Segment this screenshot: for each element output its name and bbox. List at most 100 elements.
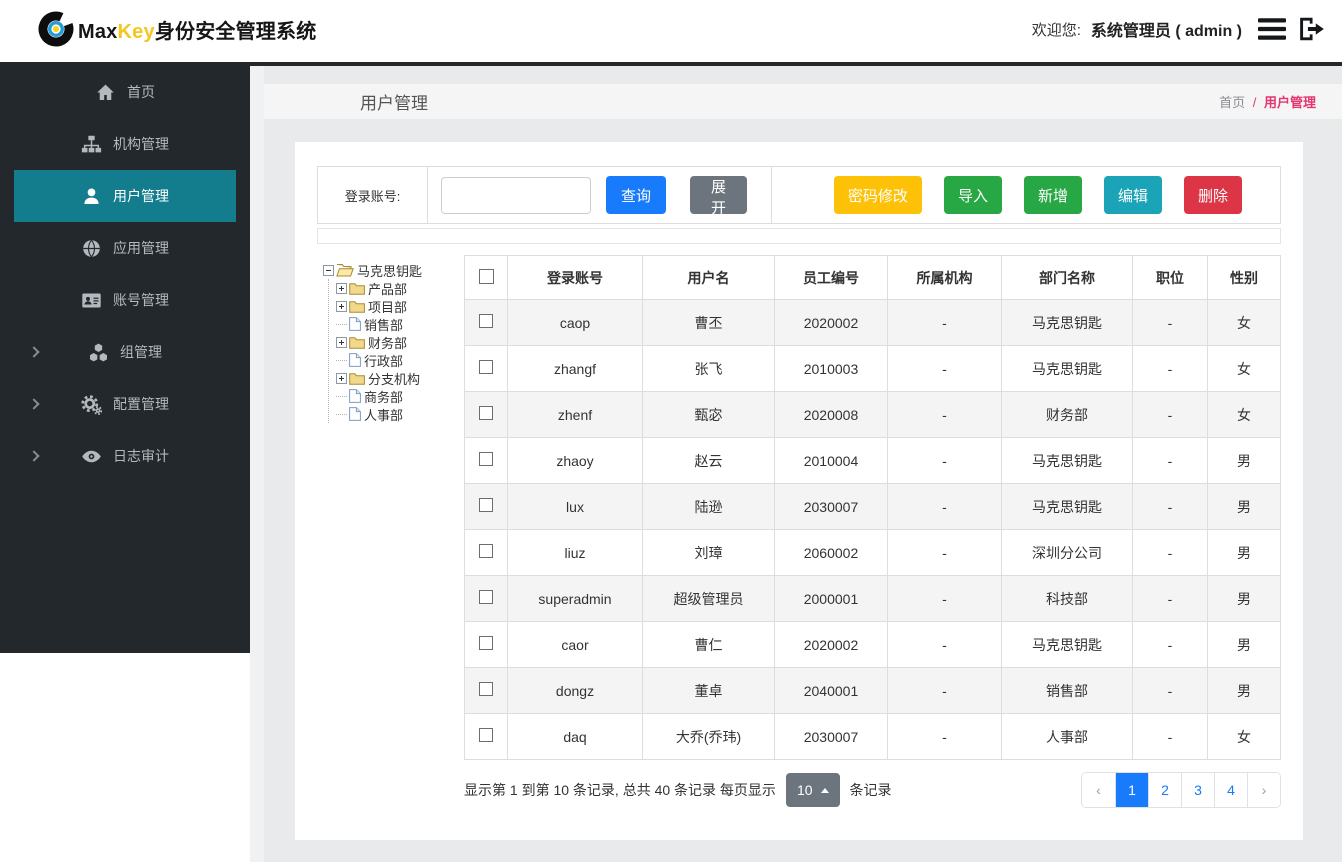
- tree-node-label[interactable]: 商务部: [364, 387, 403, 406]
- tree-node[interactable]: 分支机构: [336, 369, 464, 387]
- row-checkbox[interactable]: [479, 360, 493, 374]
- table-row[interactable]: superadmin 超级管理员 2000001- 科技部 - 男: [464, 575, 1281, 622]
- table-cell: 男: [1207, 667, 1281, 714]
- page-size-dropdown[interactable]: 10: [785, 773, 840, 807]
- table-cell: -: [1132, 713, 1208, 760]
- tree-node-label[interactable]: 行政部: [364, 351, 403, 370]
- row-checkbox[interactable]: [479, 728, 493, 742]
- sidebar-item-account[interactable]: 账号管理: [14, 274, 236, 326]
- tree-node[interactable]: 财务部: [336, 333, 464, 351]
- table-row[interactable]: zhangf 张飞 2010003- 马克思钥匙 - 女: [464, 345, 1281, 392]
- pagination-page-3[interactable]: 3: [1181, 773, 1214, 807]
- tree-expand-icon[interactable]: [336, 300, 347, 312]
- sidebar-item-label: 机构管理: [113, 136, 169, 152]
- pagination-next[interactable]: ›: [1247, 773, 1280, 807]
- tree-node-label[interactable]: 产品部: [368, 279, 407, 298]
- table-row[interactable]: zhaoy 赵云 2010004- 马克思钥匙 - 男: [464, 437, 1281, 484]
- delete-button[interactable]: 删除: [1183, 176, 1242, 214]
- table-cell: 男: [1207, 483, 1281, 530]
- table-row[interactable]: caop 曹丕 2020002- 马克思钥匙 - 女: [464, 299, 1281, 346]
- tree-node[interactable]: 人事部: [336, 405, 464, 423]
- select-all-checkbox[interactable]: [478, 268, 494, 284]
- tree-node-label[interactable]: 马克思钥匙: [357, 261, 422, 280]
- pagination-page-2[interactable]: 2: [1148, 773, 1181, 807]
- breadcrumb-home-link[interactable]: 首页: [1219, 95, 1245, 110]
- sidebar-item-home[interactable]: 首页: [14, 66, 236, 118]
- table-cell: -: [887, 713, 1002, 760]
- pagination-page-4[interactable]: 4: [1214, 773, 1247, 807]
- sidebar-item-org[interactable]: 机构管理: [14, 118, 236, 170]
- table-cell: 曹仁: [642, 621, 775, 668]
- tree-collapse-icon[interactable]: [323, 264, 334, 276]
- sidebar-item-audit[interactable]: 日志审计: [14, 430, 236, 482]
- row-checkbox[interactable]: [479, 636, 493, 650]
- table-row[interactable]: daq 大乔(乔玮) 2030007- 人事部 - 女: [464, 713, 1281, 760]
- search-panel: 登录账号: 查询 展开 密码修改 导入 新增 编辑 删除: [317, 166, 1281, 224]
- password-change-button[interactable]: 密码修改: [833, 176, 922, 214]
- edit-button[interactable]: 编辑: [1103, 176, 1162, 214]
- table-cell: superadmin: [507, 575, 643, 622]
- tree-node[interactable]: 销售部: [336, 315, 464, 333]
- tree-node-label[interactable]: 项目部: [368, 297, 407, 316]
- query-button[interactable]: 查询: [606, 176, 666, 214]
- pagination-prev[interactable]: ‹: [1082, 773, 1115, 807]
- table-row[interactable]: zhenf 甄宓 2020008- 财务部 - 女: [464, 391, 1281, 438]
- row-select-cell: [464, 483, 508, 530]
- tree-node-label[interactable]: 分支机构: [368, 369, 420, 388]
- tree-expand-icon[interactable]: [336, 336, 347, 348]
- tree-expand-icon[interactable]: [336, 282, 347, 294]
- column-header: 所属机构: [887, 255, 1002, 300]
- row-checkbox[interactable]: [479, 544, 493, 558]
- menu-icon[interactable]: [1258, 17, 1286, 41]
- sidebar-item-user[interactable]: 用户管理: [14, 170, 236, 222]
- sidebar-item-config[interactable]: 配置管理: [14, 378, 236, 430]
- tree-node[interactable]: 项目部: [336, 297, 464, 315]
- row-select-cell: [464, 667, 508, 714]
- sidebar-item-group[interactable]: 组管理: [14, 326, 236, 378]
- sidebar-item-app[interactable]: 应用管理: [14, 222, 236, 274]
- table-cell: 女: [1207, 345, 1281, 392]
- row-checkbox[interactable]: [479, 682, 493, 696]
- table-cell: -: [887, 529, 1002, 576]
- row-checkbox[interactable]: [479, 452, 493, 466]
- tree-node-label[interactable]: 销售部: [364, 315, 403, 334]
- table-row[interactable]: caor 曹仁 2020002- 马克思钥匙 - 男: [464, 621, 1281, 668]
- tree-node-root[interactable]: 马克思钥匙: [323, 261, 464, 279]
- row-checkbox[interactable]: [479, 590, 493, 604]
- expand-button[interactable]: 展开: [690, 176, 747, 217]
- table-cell: 科技部: [1001, 575, 1133, 622]
- sidebar-item-label: 应用管理: [113, 240, 169, 256]
- table-cell: -: [887, 667, 1002, 714]
- tree-node[interactable]: 产品部: [336, 279, 464, 297]
- table-cell: 人事部: [1001, 713, 1133, 760]
- sidebar-item-label: 配置管理: [113, 396, 169, 412]
- logout-icon[interactable]: [1296, 15, 1328, 43]
- current-user: 系统管理员 ( admin ): [1090, 23, 1242, 40]
- row-checkbox[interactable]: [479, 406, 493, 420]
- home-icon: [95, 82, 116, 103]
- tree-node[interactable]: 行政部: [336, 351, 464, 369]
- table-cell: 深圳分公司: [1001, 529, 1133, 576]
- tree-node[interactable]: 商务部: [336, 387, 464, 405]
- brand[interactable]: MaxKey身份安全管理系统: [38, 11, 316, 47]
- tree-expand-icon[interactable]: [336, 372, 347, 384]
- tree-node-label[interactable]: 人事部: [364, 405, 403, 424]
- tree-node-label[interactable]: 财务部: [368, 333, 407, 352]
- users-table-wrap: 登录账号 用户名 员工编号 所属机构 部门名称 职位 性别 caop 曹丕 2020002- 马克…: [464, 255, 1281, 808]
- add-button[interactable]: 新增: [1023, 176, 1082, 214]
- sidebar-spacer: [0, 653, 250, 862]
- table-row[interactable]: dongz 董卓 2040001- 销售部 - 男: [464, 667, 1281, 714]
- login-account-input[interactable]: [441, 176, 591, 214]
- table-cell: 刘璋: [642, 529, 775, 576]
- row-checkbox[interactable]: [479, 498, 493, 512]
- table-row[interactable]: liuz 刘璋 2060002- 深圳分公司 - 男: [464, 529, 1281, 576]
- main-content: 用户管理 首页 / 用户管理 登录账号: 查询 展开 密码修改 导入 新增 编辑 删除 …: [250, 66, 1342, 862]
- table-cell: 甄宓: [642, 391, 775, 438]
- pagination-page-1[interactable]: 1: [1115, 773, 1148, 807]
- table-cell: zhaoy: [507, 437, 643, 484]
- table-cell: -: [1132, 345, 1208, 392]
- table-row[interactable]: lux 陆逊 2030007- 马克思钥匙 - 男: [464, 483, 1281, 530]
- row-checkbox[interactable]: [479, 314, 493, 328]
- import-button[interactable]: 导入: [943, 176, 1002, 214]
- cubes-icon: [88, 342, 109, 363]
